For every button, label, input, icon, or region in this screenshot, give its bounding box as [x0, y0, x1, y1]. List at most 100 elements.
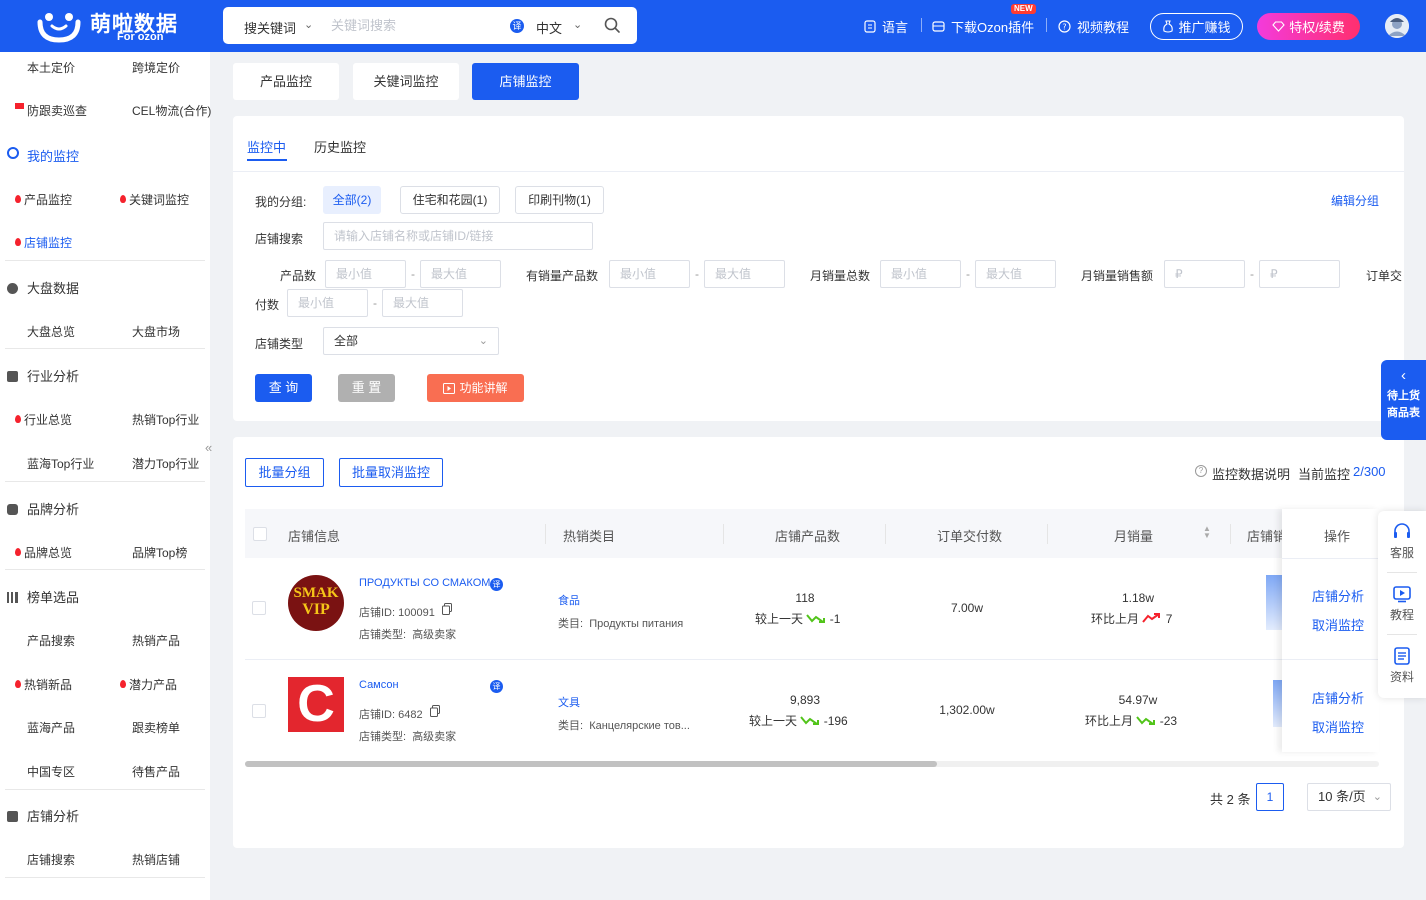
- translate-icon[interactable]: 译: [490, 680, 503, 693]
- sidebar-item-product-monitor[interactable]: 产品监控: [15, 191, 72, 208]
- sort-icon[interactable]: ▲ ▼: [1203, 525, 1211, 540]
- avatar[interactable]: [1385, 14, 1409, 38]
- sidebar-item-brand-overview[interactable]: 品牌总览: [15, 544, 72, 561]
- keyword-search-input[interactable]: [331, 16, 501, 35]
- row-checkbox[interactable]: [252, 704, 266, 718]
- monthly-sales-min-input[interactable]: [880, 260, 961, 288]
- select-all-checkbox[interactable]: [253, 527, 267, 541]
- sidebar-item-local-pricing[interactable]: 本土定价: [27, 59, 75, 76]
- sidebar-item-china-zone[interactable]: 中国专区: [27, 763, 75, 780]
- tab-keyword-monitor[interactable]: 关键词监控: [353, 63, 459, 100]
- sidebar-section-shop-analysis[interactable]: 店铺分析: [7, 806, 79, 825]
- data-note-link[interactable]: 监控数据说明: [1212, 464, 1290, 483]
- batch-cancel-monitor-button[interactable]: 批量取消监控: [339, 458, 443, 487]
- sidebar-item-hot-industry[interactable]: 热销Top行业: [132, 411, 199, 428]
- page-button[interactable]: 1: [1256, 783, 1284, 811]
- sidebar-section-my-monitor[interactable]: 我的监控: [27, 146, 79, 165]
- sidebar-item-cross-border-pricing[interactable]: 跨境定价: [132, 59, 180, 76]
- copy-icon[interactable]: [442, 603, 452, 615]
- sidebar-item-market-overview[interactable]: 大盘总览: [27, 323, 75, 340]
- sidebar-item-potential-industry[interactable]: 潜力Top行业: [132, 455, 199, 472]
- hot-category-link[interactable]: 食品: [558, 592, 580, 608]
- search-type-select[interactable]: 搜关键词: [244, 18, 296, 37]
- sales-product-max-input[interactable]: [704, 260, 785, 288]
- subtab-history[interactable]: 历史监控: [314, 137, 366, 156]
- chevron-down-icon[interactable]: ⌄: [304, 18, 313, 31]
- monthly-sales-max-input[interactable]: [975, 260, 1056, 288]
- sidebar-item-keyword-monitor[interactable]: 关键词监控: [120, 191, 189, 208]
- product-count-min-input[interactable]: [325, 260, 406, 288]
- sidebar-item-shop-monitor[interactable]: 店铺监控: [15, 234, 72, 251]
- col-monthly-sales[interactable]: 月销量: [1114, 526, 1153, 545]
- vip-button[interactable]: 特权/续费: [1257, 13, 1360, 40]
- material-button[interactable]: 资料: [1378, 635, 1426, 697]
- video-tutorial-label: 视频教程: [1077, 20, 1130, 35]
- hot-category-link[interactable]: 文具: [558, 694, 580, 710]
- batch-group-button[interactable]: 批量分组: [245, 458, 324, 487]
- reset-button[interactable]: 重 置: [338, 374, 395, 402]
- sidebar-item-market-market[interactable]: 大盘市场: [132, 323, 180, 340]
- question-circle-icon[interactable]: ?: [1195, 465, 1207, 477]
- sidebar-item-blue-ocean-products[interactable]: 蓝海产品: [27, 719, 75, 736]
- sidebar-section-ranking[interactable]: 榜单选品: [7, 587, 79, 606]
- horizontal-scrollbar-thumb[interactable]: [245, 761, 937, 767]
- translate-icon[interactable]: 译: [490, 578, 503, 591]
- sidebar-section-market[interactable]: 大盘数据: [7, 278, 79, 297]
- feature-explain-button[interactable]: 功能讲解: [427, 374, 524, 402]
- sidebar-item-cel-logistics[interactable]: CEL物流(合作): [132, 102, 211, 119]
- order-delivery-min-input[interactable]: [287, 289, 368, 317]
- group-chip-home-garden[interactable]: 住宅和花园(1): [400, 186, 500, 214]
- customer-service-button[interactable]: 客服: [1378, 511, 1426, 573]
- order-delivery-max-input[interactable]: [382, 289, 463, 317]
- search-language-select[interactable]: 中文: [536, 18, 562, 37]
- translate-icon[interactable]: 译: [510, 19, 524, 33]
- shop-name-link[interactable]: Самсон: [359, 679, 399, 691]
- group-chip-print[interactable]: 印刷刊物(1): [515, 186, 604, 214]
- sidebar-item-brand-top[interactable]: 品牌Top榜: [132, 544, 187, 561]
- cancel-monitor-link[interactable]: 取消监控: [1312, 717, 1364, 736]
- sidebar-item-hot-shops[interactable]: 热销店铺: [132, 851, 180, 868]
- sidebar-section-industry[interactable]: 行业分析: [7, 366, 79, 385]
- sidebar-item-anti-follow[interactable]: 防跟卖巡查: [27, 102, 87, 119]
- sidebar-item-shop-search[interactable]: 店铺搜索: [27, 851, 75, 868]
- product-count-max-input[interactable]: [420, 260, 501, 288]
- search-icon[interactable]: [603, 16, 621, 34]
- pending-products-tab[interactable]: ‹ 待上货 商品表: [1381, 360, 1426, 440]
- monthly-revenue-min-input[interactable]: [1164, 260, 1245, 288]
- shop-analysis-link[interactable]: 店铺分析: [1312, 688, 1364, 707]
- shop-name-link[interactable]: ПРОДУКТЫ СО СМАКОМ: [359, 577, 490, 589]
- tab-shop-monitor[interactable]: 店铺监控: [472, 63, 579, 100]
- subtab-monitoring[interactable]: 监控中: [247, 137, 286, 156]
- monthly-revenue-max-input[interactable]: [1259, 260, 1340, 288]
- page-size-select[interactable]: 10 条/页 ⌄: [1307, 783, 1391, 811]
- promote-button[interactable]: 推广赚钱: [1150, 13, 1243, 40]
- query-button[interactable]: 查 询: [255, 374, 312, 402]
- shop-search-input[interactable]: [323, 222, 593, 250]
- sidebar-item-industry-overview[interactable]: 行业总览: [15, 411, 72, 428]
- cancel-monitor-link[interactable]: 取消监控: [1312, 615, 1364, 634]
- chevron-down-icon[interactable]: ⌄: [573, 18, 582, 31]
- tutorial-button[interactable]: 教程: [1378, 573, 1426, 635]
- sidebar-item-pending-products[interactable]: 待售产品: [132, 763, 180, 780]
- video-tutorial-link[interactable]: ? 视频教程: [1058, 17, 1129, 36]
- row-checkbox[interactable]: [252, 601, 266, 615]
- sidebar-item-product-search[interactable]: 产品搜索: [27, 632, 75, 649]
- shop-analysis-link[interactable]: 店铺分析: [1312, 586, 1364, 605]
- sidebar-item-potential-products[interactable]: 潜力产品: [120, 676, 177, 693]
- edit-group-link[interactable]: 编辑分组: [1331, 192, 1379, 209]
- download-plugin-link[interactable]: 下载Ozon插件: [932, 17, 1034, 36]
- language-menu[interactable]: 语言: [864, 17, 908, 36]
- tab-product-monitor[interactable]: 产品监控: [233, 63, 339, 100]
- shop-type-select[interactable]: 全部 ⌄: [323, 327, 499, 355]
- new-badge: NEW: [1011, 4, 1036, 14]
- group-chip-all[interactable]: 全部(2): [323, 186, 381, 214]
- sidebar-section-brand[interactable]: 品牌分析: [7, 499, 79, 518]
- sidebar-item-hot-products[interactable]: 热销产品: [132, 632, 180, 649]
- collapse-sidebar-icon[interactable]: «: [205, 440, 221, 462]
- copy-icon[interactable]: [430, 705, 440, 717]
- sales-product-min-input[interactable]: [609, 260, 690, 288]
- sidebar-item-hot-new[interactable]: 热销新品: [15, 676, 72, 693]
- logo-icon[interactable]: [36, 8, 82, 44]
- sidebar-item-follow-sell-list[interactable]: 跟卖榜单: [132, 719, 180, 736]
- sidebar-item-blue-ocean-industry[interactable]: 蓝海Top行业: [27, 455, 94, 472]
